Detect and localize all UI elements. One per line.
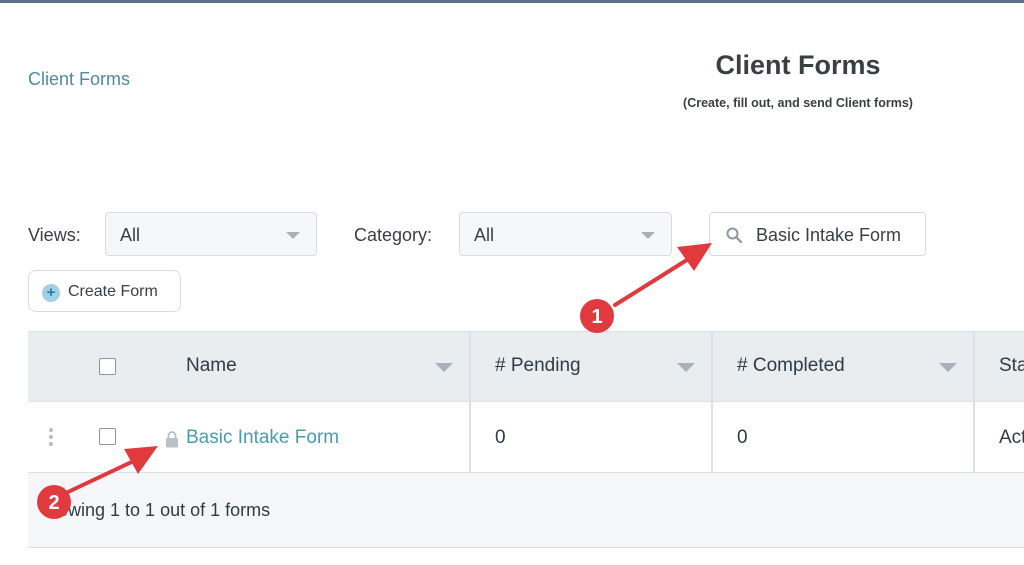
column-divider — [973, 331, 975, 473]
select-all-checkbox[interactable] — [99, 358, 116, 375]
views-select[interactable]: All — [105, 212, 317, 256]
form-name-link[interactable]: Basic Intake Form — [186, 427, 339, 449]
pending-count: 0 — [495, 427, 506, 448]
column-header-status[interactable]: Sta — [999, 355, 1024, 377]
column-header-pending[interactable]: # Pending — [495, 355, 581, 377]
table-footer: owing 1 to 1 out of 1 forms — [28, 473, 1024, 548]
completed-count: 0 — [737, 427, 748, 448]
chevron-down-icon — [286, 232, 300, 239]
category-select[interactable]: All — [459, 212, 672, 256]
forms-table: Name # Pending # Completed Sta Basic Int… — [28, 331, 1024, 548]
chevron-down-icon — [641, 232, 655, 239]
status-value: Act — [999, 427, 1024, 448]
table-header: Name # Pending # Completed Sta — [28, 331, 1024, 402]
sort-caret-icon[interactable] — [939, 363, 957, 372]
row-menu-icon[interactable] — [48, 428, 54, 448]
column-divider — [711, 331, 713, 473]
search-icon — [726, 227, 743, 244]
page-title: Client Forms — [715, 50, 881, 80]
column-divider — [469, 331, 471, 473]
views-label: Views: — [28, 225, 81, 245]
search-input[interactable] — [756, 223, 922, 247]
top-border — [0, 0, 1024, 3]
plus-circle-icon: + — [42, 284, 60, 302]
breadcrumb[interactable]: Client Forms — [28, 69, 130, 90]
page-subtitle: (Create, fill out, and send Client forms… — [683, 96, 913, 110]
pagination-summary: owing 1 to 1 out of 1 forms — [58, 500, 271, 520]
category-select-value: All — [474, 225, 495, 245]
views-select-value: All — [120, 225, 141, 245]
create-form-label: Create Form — [68, 283, 158, 300]
column-header-completed[interactable]: # Completed — [737, 355, 845, 377]
search-box[interactable] — [709, 212, 926, 256]
annotation-badge-1: 1 — [580, 299, 614, 333]
annotation-label-1: 1 — [591, 306, 602, 328]
category-label: Category: — [354, 225, 433, 245]
sort-caret-icon[interactable] — [435, 363, 453, 372]
table-row[interactable]: Basic Intake Form 0 0 Act — [28, 402, 1024, 473]
create-form-button[interactable]: + Create Form — [28, 270, 181, 312]
sort-caret-icon[interactable] — [677, 363, 695, 372]
row-checkbox[interactable] — [99, 428, 116, 445]
column-header-name[interactable]: Name — [186, 355, 237, 377]
lock-icon — [166, 431, 178, 448]
